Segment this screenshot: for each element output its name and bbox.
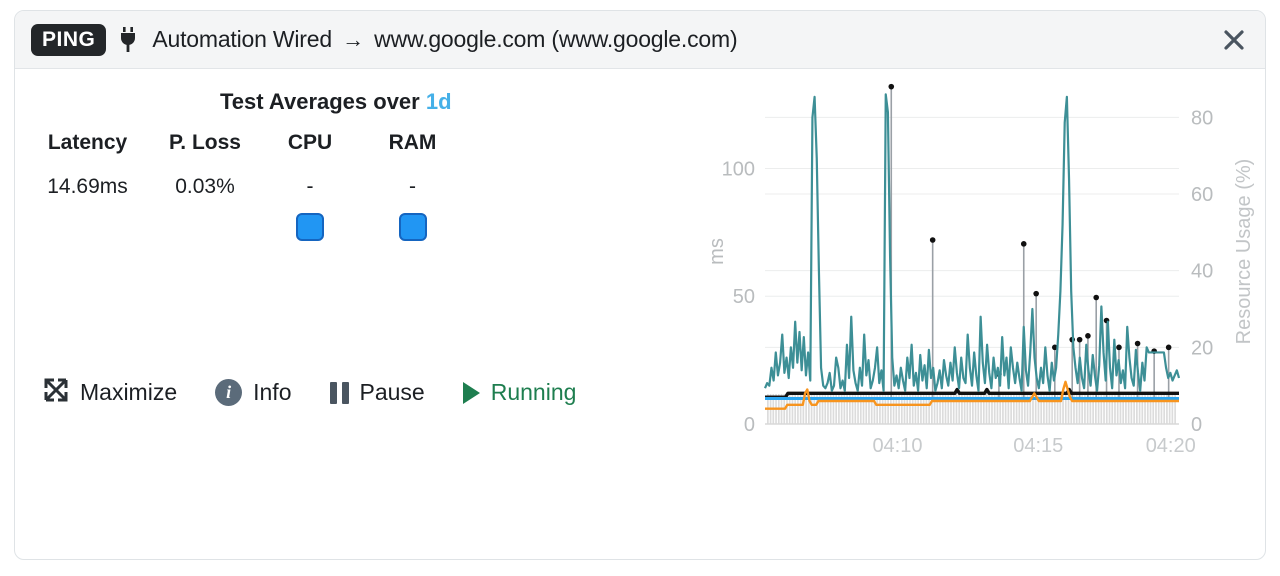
summary-header-row: Latency P. Loss CPU RAM — [25, 131, 465, 155]
running-status[interactable]: Running — [462, 379, 577, 406]
svg-text:0: 0 — [744, 414, 755, 436]
cpu-series-checkbox[interactable] — [296, 213, 324, 241]
svg-text:04:10: 04:10 — [872, 435, 922, 457]
averages-title-prefix: Test Averages over — [220, 89, 420, 114]
summary-pane: Test Averages over 1d Latency P. Loss CP… — [15, 69, 705, 559]
running-label: Running — [490, 379, 577, 405]
page-title: Automation Wired → www.google.com (www.g… — [152, 26, 737, 53]
summary-table: Latency P. Loss CPU RAM 14.69ms 0.03% - … — [25, 131, 465, 247]
plug-icon — [118, 26, 138, 53]
value-packet-loss: 0.03% — [175, 175, 235, 198]
svg-text:04:20: 04:20 — [1146, 435, 1196, 457]
svg-text:ms: ms — [706, 238, 728, 265]
svg-text:04:15: 04:15 — [1013, 435, 1063, 457]
value-latency: 14.69ms — [47, 175, 128, 198]
ping-type-badge: PING — [31, 23, 107, 56]
svg-text:40: 40 — [1191, 261, 1213, 283]
svg-text:20: 20 — [1191, 337, 1213, 359]
arrow-icon: → — [342, 27, 364, 52]
averages-period[interactable]: 1d — [426, 89, 452, 114]
close-icon[interactable] — [1221, 27, 1247, 53]
column-header-packet-loss: P. Loss — [169, 131, 241, 154]
svg-text:Resource Usage (%): Resource Usage (%) — [1233, 159, 1255, 345]
svg-text:0: 0 — [1191, 414, 1202, 436]
card-body: Test Averages over 1d Latency P. Loss CP… — [15, 69, 1265, 559]
value-ram: - — [409, 175, 416, 198]
value-cpu: - — [306, 175, 314, 198]
pause-label: Pause — [359, 379, 425, 405]
action-bar: Maximize i Info Pause Running — [43, 377, 614, 408]
column-header-ram: RAM — [388, 131, 437, 154]
timeseries-chart[interactable]: 50 100 0 0 20 40 60 80 04:10 04:15 04:20 ms Resource… — [705, 69, 1265, 559]
info-icon: i — [215, 379, 243, 406]
test-detail-card: PING Automation Wired → www.google.com (… — [14, 10, 1266, 560]
pause-icon — [329, 381, 349, 404]
maximize-icon — [43, 377, 69, 408]
svg-text:80: 80 — [1191, 107, 1213, 129]
summary-value-row: 14.69ms 0.03% - - — [25, 175, 465, 199]
test-name: Automation Wired — [152, 26, 332, 52]
chart-canvas: 50 100 0 0 20 40 60 80 04:10 04:15 04:20 ms Resource… — [706, 83, 1255, 457]
maximize-label: Maximize — [80, 379, 178, 405]
svg-text:60: 60 — [1191, 184, 1213, 206]
svg-text:100: 100 — [722, 158, 755, 180]
test-target: www.google.com (www.google.com) — [374, 26, 738, 52]
column-header-cpu: CPU — [287, 131, 333, 154]
play-icon — [462, 381, 480, 404]
column-header-latency: Latency — [47, 131, 128, 154]
pause-button[interactable]: Pause — [329, 379, 425, 406]
info-label: Info — [253, 379, 292, 405]
svg-text:50: 50 — [733, 286, 755, 308]
maximize-button[interactable]: Maximize — [43, 377, 177, 408]
ram-series-checkbox[interactable] — [398, 213, 427, 241]
info-button[interactable]: i Info — [215, 379, 292, 406]
card-header: PING Automation Wired → www.google.com (… — [15, 11, 1265, 69]
averages-title: Test Averages over 1d — [220, 89, 452, 115]
summary-toggle-row — [25, 213, 465, 247]
